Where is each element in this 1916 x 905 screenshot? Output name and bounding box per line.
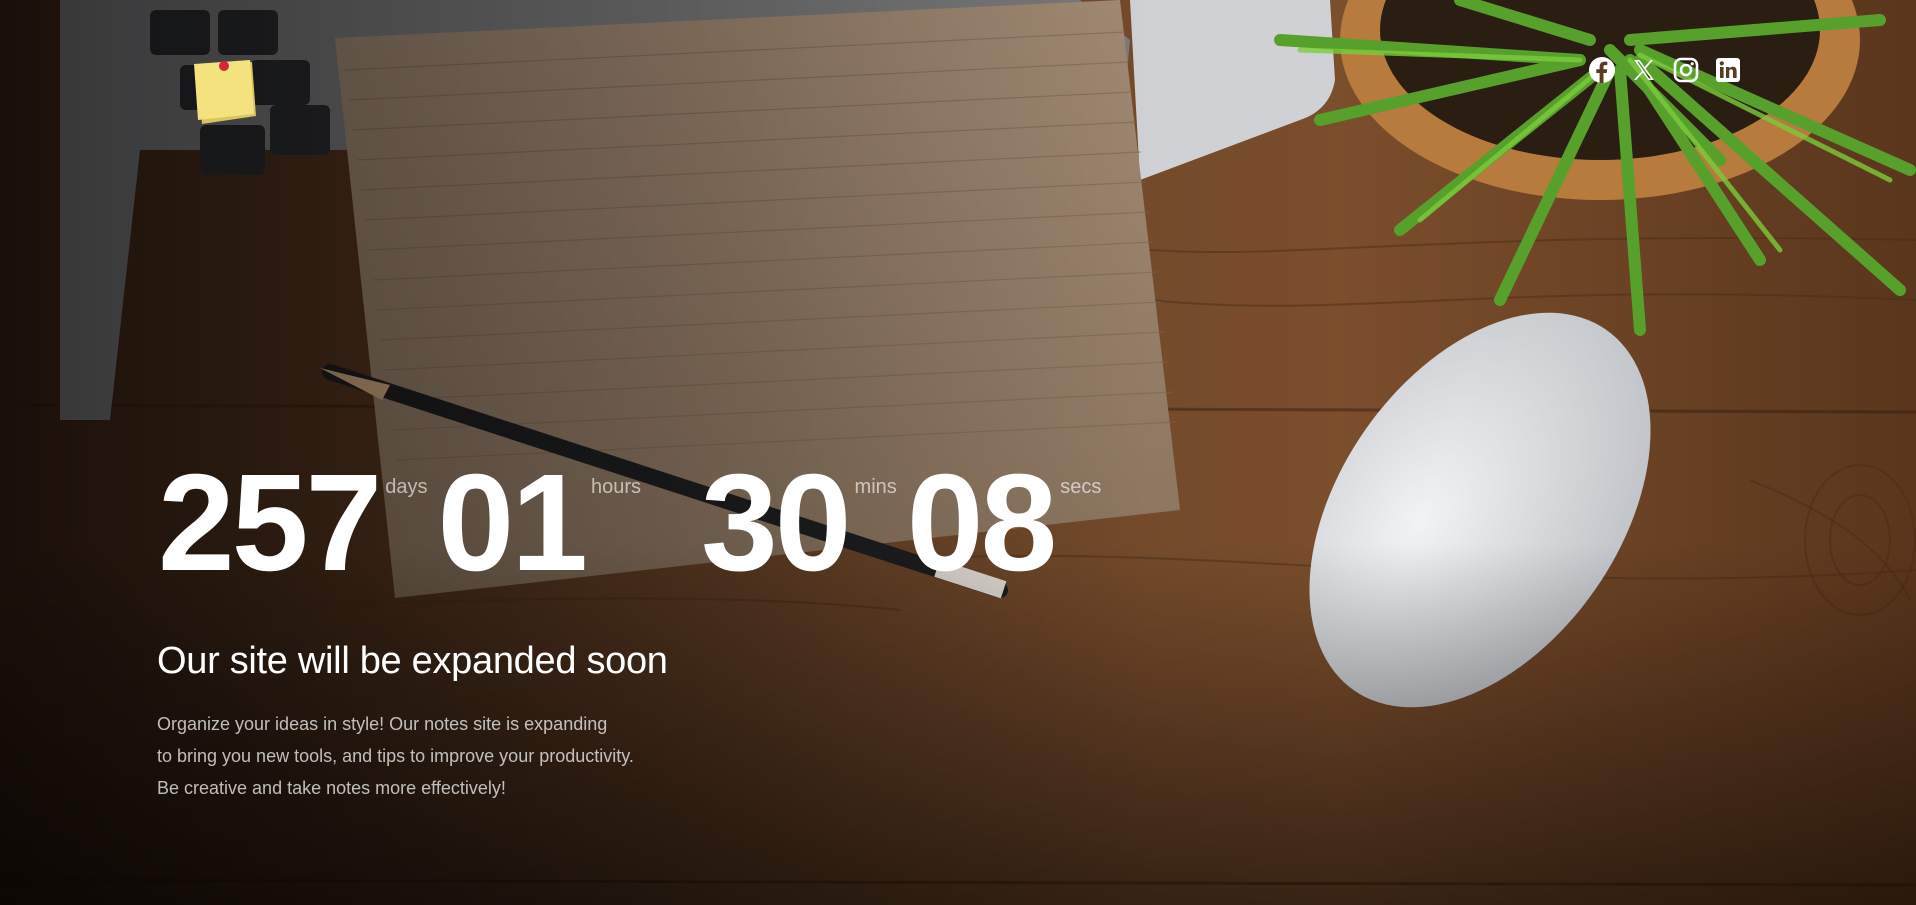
- days-label: days: [385, 476, 428, 498]
- mins-label: mins: [854, 476, 897, 498]
- countdown-hours: 01 hours: [437, 446, 702, 600]
- description-line: to bring you new tools, and tips to impr…: [157, 746, 634, 766]
- mins-value: 30: [701, 446, 851, 600]
- sticky-note-logo[interactable]: [190, 58, 262, 130]
- x-icon[interactable]: [1630, 56, 1658, 84]
- secs-label: secs: [1060, 476, 1102, 498]
- linkedin-icon[interactable]: [1714, 56, 1742, 84]
- page-headline: Our site will be expanded soon: [157, 640, 668, 682]
- secs-value: 08: [906, 446, 1057, 600]
- hours-label: hours: [591, 476, 642, 498]
- countdown-secs: 08 secs: [906, 446, 1102, 600]
- instagram-icon[interactable]: [1672, 56, 1700, 84]
- description-line: Be creative and take notes more effectiv…: [157, 778, 506, 798]
- countdown-days: 257 days: [158, 446, 438, 600]
- facebook-icon[interactable]: [1588, 56, 1616, 84]
- hours-value: 01: [437, 446, 588, 600]
- description-line: Organize your ideas in style! Our notes …: [157, 714, 608, 734]
- countdown-mins: 30 mins: [701, 446, 907, 600]
- social-links: [1588, 56, 1742, 84]
- page-description: Organize your ideas in style! Our notes …: [157, 708, 717, 804]
- days-value: 257: [158, 446, 382, 600]
- countdown-timer: 257 days 01 hours 30 mins 08 secs: [158, 446, 1102, 600]
